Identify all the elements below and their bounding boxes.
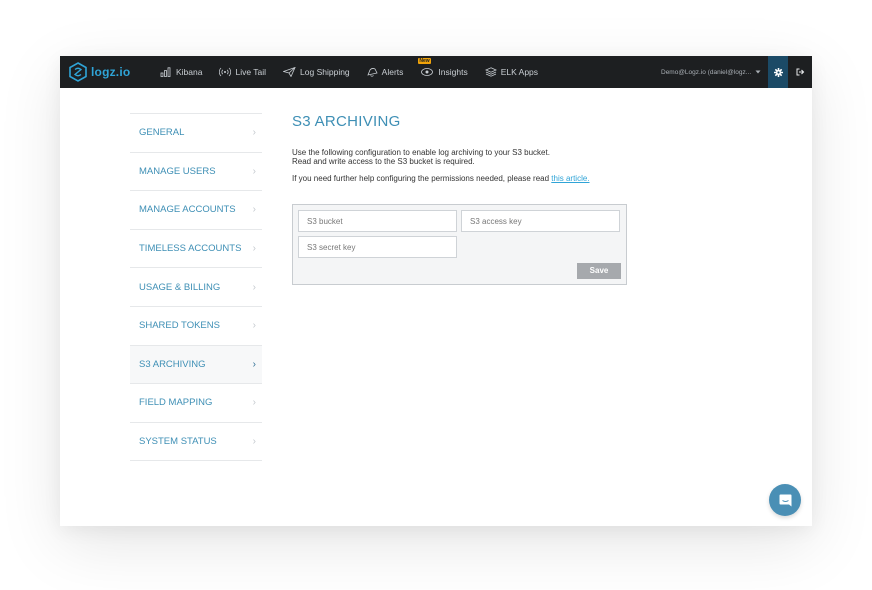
description: Use the following configuration to enabl… bbox=[292, 148, 792, 166]
broadcast-icon bbox=[219, 67, 232, 77]
chevron-right-icon: › bbox=[252, 127, 256, 139]
nav-elk-apps[interactable]: ELK Apps bbox=[484, 67, 539, 77]
new-badge: New bbox=[418, 58, 431, 64]
s3-config-form: Save bbox=[292, 204, 627, 285]
chevron-right-icon: › bbox=[252, 358, 256, 370]
chevron-right-icon: › bbox=[252, 281, 256, 293]
bar-chart-icon bbox=[160, 67, 171, 77]
nav-kibana[interactable]: Kibana bbox=[160, 67, 202, 77]
nav-insights[interactable]: New Insights bbox=[418, 58, 468, 77]
sidebar-item-label: MANAGE USERS bbox=[139, 165, 216, 177]
s3-secret-key-input[interactable] bbox=[298, 236, 457, 258]
sidebar-item-manage-accounts[interactable]: MANAGE ACCOUNTS › bbox=[130, 191, 262, 230]
description-line-2: Read and write access to the S3 bucket i… bbox=[292, 156, 475, 166]
chat-bubble-icon bbox=[779, 494, 791, 506]
chevron-right-icon: › bbox=[252, 165, 256, 177]
s3-bucket-input[interactable] bbox=[298, 210, 457, 232]
sidebar-item-general[interactable]: GENERAL › bbox=[130, 114, 262, 153]
chevron-right-icon: › bbox=[252, 204, 256, 216]
logout-icon bbox=[796, 68, 804, 76]
top-navbar: logz.io Kibana Live Tail Log Shipping Al… bbox=[60, 56, 812, 88]
sidebar-item-s3-archiving[interactable]: S3 ARCHIVING › bbox=[130, 345, 262, 385]
sidebar-item-system-status[interactable]: SYSTEM STATUS › bbox=[130, 423, 262, 462]
sidebar-item-timeless-accounts[interactable]: TIMELESS ACCOUNTS › bbox=[130, 230, 262, 269]
account-dropdown[interactable]: Demo@Logz.io (daniel@logz... bbox=[661, 56, 761, 88]
help-text: If you need further help configuring the… bbox=[292, 174, 792, 183]
nav-label: Insights bbox=[438, 67, 468, 77]
gear-icon bbox=[773, 67, 783, 77]
logo-text: logz.io bbox=[91, 65, 131, 79]
sidebar-item-manage-users[interactable]: MANAGE USERS › bbox=[130, 153, 262, 192]
sidebar-item-usage-billing[interactable]: USAGE & BILLING › bbox=[130, 268, 262, 307]
sidebar-item-label: S3 ARCHIVING bbox=[139, 358, 206, 370]
sidebar-item-field-mapping[interactable]: FIELD MAPPING › bbox=[130, 384, 262, 423]
logo[interactable]: logz.io bbox=[69, 61, 130, 83]
nav-label: Live Tail bbox=[235, 67, 267, 77]
insights-icon bbox=[421, 68, 434, 76]
page-title: S3 ARCHIVING bbox=[292, 113, 401, 130]
s3-access-key-input[interactable] bbox=[461, 210, 620, 232]
sidebar-item-label: USAGE & BILLING bbox=[139, 281, 221, 293]
chat-launcher-button[interactable] bbox=[769, 484, 801, 516]
account-label: Demo@Logz.io (daniel@logz... bbox=[661, 68, 752, 76]
help-text-body: If you need further help configuring the… bbox=[292, 174, 552, 183]
caret-down-icon bbox=[755, 70, 761, 74]
chevron-right-icon: › bbox=[252, 397, 256, 409]
nav-label: Alerts bbox=[381, 67, 404, 77]
save-button[interactable]: Save bbox=[577, 263, 621, 279]
bell-icon bbox=[367, 68, 378, 77]
nav-live-tail[interactable]: Live Tail bbox=[219, 67, 266, 77]
nav-label: Kibana bbox=[176, 67, 203, 77]
sidebar-item-label: GENERAL bbox=[139, 127, 185, 139]
settings-button[interactable] bbox=[768, 56, 788, 88]
chevron-right-icon: › bbox=[252, 320, 256, 332]
nav-alerts[interactable]: Alerts bbox=[367, 67, 404, 77]
sidebar-item-shared-tokens[interactable]: SHARED TOKENS › bbox=[130, 307, 262, 346]
nav-label: ELK Apps bbox=[500, 67, 539, 77]
nav-label: Log Shipping bbox=[300, 67, 350, 77]
chevron-right-icon: › bbox=[252, 436, 256, 448]
logo-icon bbox=[69, 62, 87, 82]
main-nav: Kibana Live Tail Log Shipping Alerts New… bbox=[160, 56, 555, 88]
chevron-right-icon: › bbox=[252, 243, 256, 255]
sidebar-item-label: FIELD MAPPING bbox=[139, 397, 213, 409]
nav-log-shipping[interactable]: Log Shipping bbox=[283, 67, 350, 77]
main-content: S3 ARCHIVING Use the following configura… bbox=[292, 113, 792, 285]
sidebar-item-label: TIMELESS ACCOUNTS bbox=[139, 243, 242, 255]
sidebar-item-label: SYSTEM STATUS bbox=[139, 436, 217, 448]
settings-sidebar: GENERAL › MANAGE USERS › MANAGE ACCOUNTS… bbox=[130, 113, 262, 462]
layers-icon bbox=[484, 67, 497, 77]
sidebar-item-label: MANAGE ACCOUNTS bbox=[139, 204, 236, 216]
paper-plane-icon bbox=[283, 67, 296, 77]
sidebar-item-label: SHARED TOKENS bbox=[139, 320, 220, 332]
logout-button[interactable] bbox=[792, 56, 808, 88]
app-window: logz.io Kibana Live Tail Log Shipping Al… bbox=[60, 56, 812, 526]
help-article-link[interactable]: this article. bbox=[551, 174, 589, 183]
